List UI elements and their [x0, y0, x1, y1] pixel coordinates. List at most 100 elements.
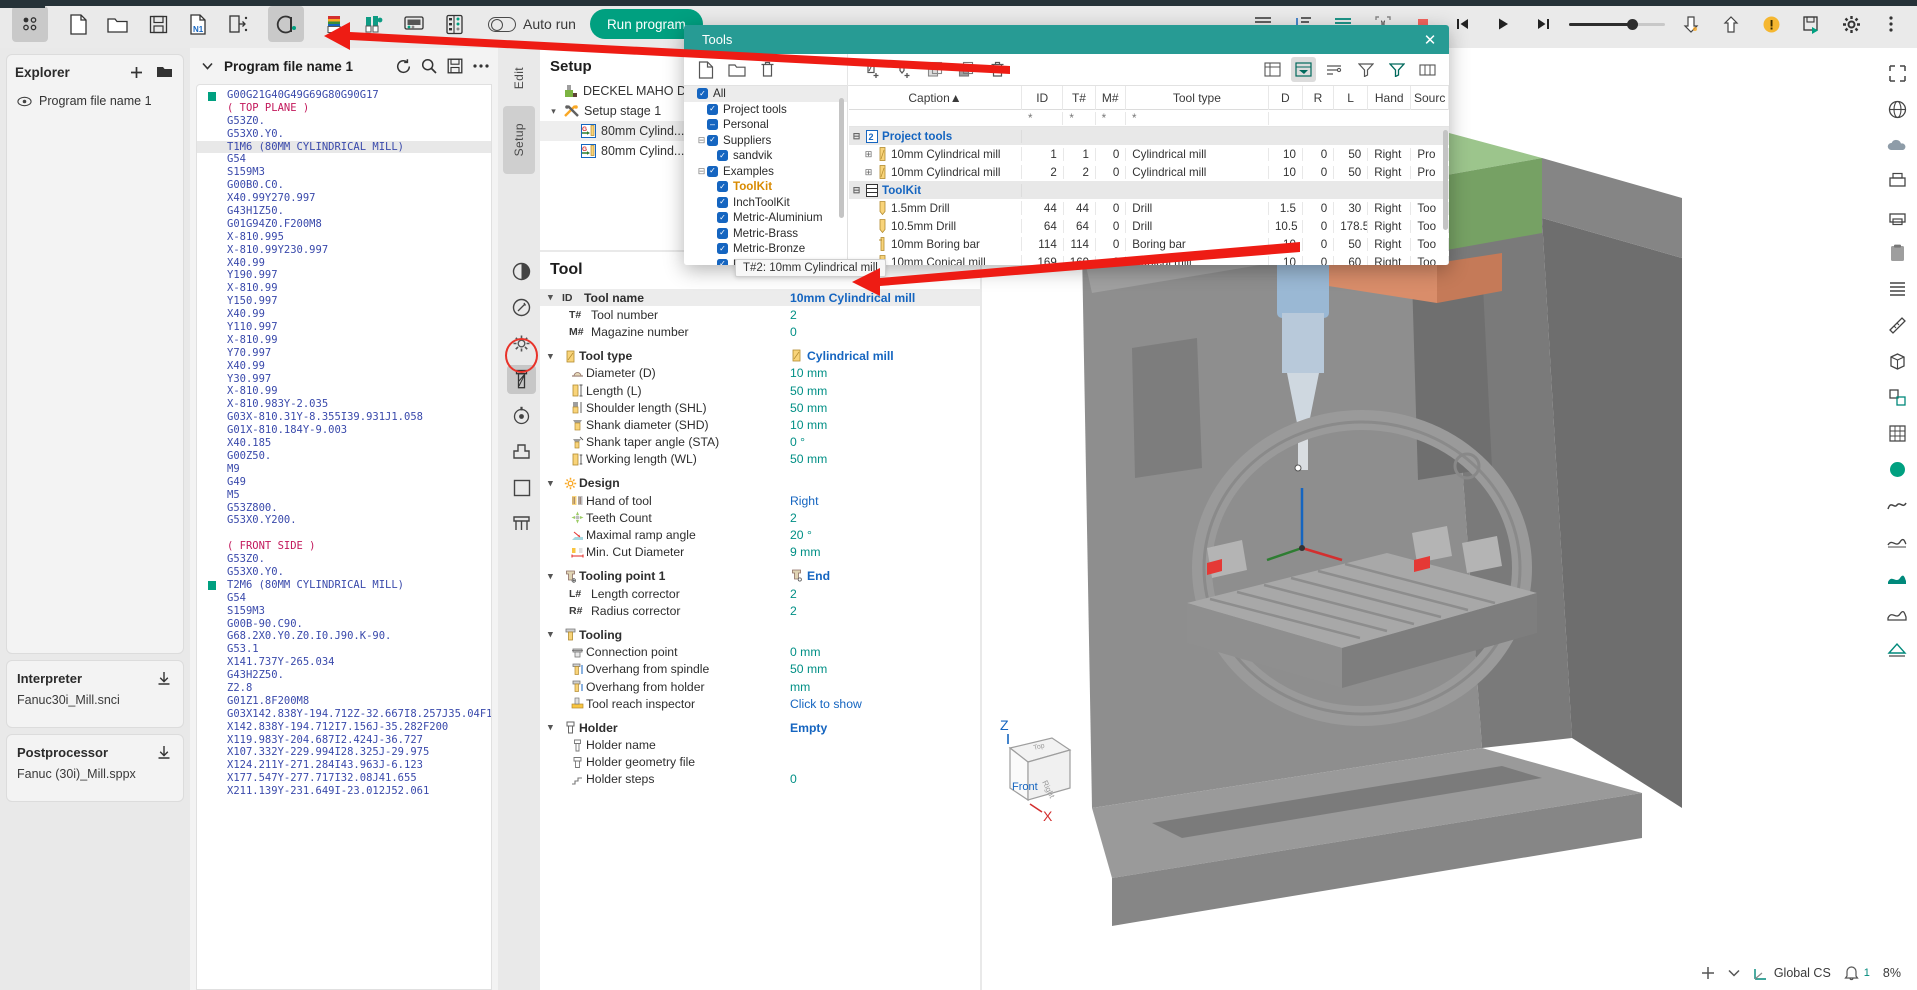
columns-icon[interactable]: [1415, 57, 1440, 82]
library-tree-item[interactable]: InchToolKit: [684, 195, 847, 211]
code-line[interactable]: G03X-810.31Y-8.355I39.931J1.058: [197, 411, 491, 424]
property-value[interactable]: 50 mm: [790, 452, 980, 466]
property-row[interactable]: Overhang from holder mm: [540, 678, 980, 695]
tools-table-row[interactable]: 10.5mm Drill 64 64 0 Drill 10.5 0 178.5 Right Too: [849, 217, 1449, 235]
column-header-caption[interactable]: Caption▲: [849, 86, 1023, 110]
play-icon[interactable]: [1485, 6, 1521, 42]
sort-settings-icon[interactable]: [1322, 57, 1347, 82]
code-line[interactable]: Y110.997: [197, 321, 491, 334]
chevron-down-icon[interactable]: ▾: [548, 292, 562, 303]
property-value[interactable]: 2: [790, 511, 980, 525]
copy-tool-icon[interactable]: [923, 57, 948, 82]
filter-cell-t[interactable]: *: [1063, 111, 1096, 125]
tree-twisty-icon[interactable]: ⊟: [696, 135, 707, 146]
code-line[interactable]: T2M6 (80MM CYLINDRICAL MILL): [197, 579, 491, 592]
contrast-half-icon[interactable]: [507, 257, 536, 286]
delete-library-icon[interactable]: [755, 57, 780, 82]
tools-table-row[interactable]: ⊞ 10mm Cylindrical mill 1 1 0 Cylindrical mil…: [849, 145, 1449, 163]
column-header-hand[interactable]: Hand: [1368, 86, 1412, 110]
globe-grid-icon[interactable]: [1882, 94, 1912, 124]
chevron-down-icon[interactable]: ▾: [548, 106, 559, 117]
code-line[interactable]: ( FRONT SIDE ): [197, 540, 491, 553]
property-row[interactable]: R# Radius corrector 2: [540, 602, 980, 619]
code-line[interactable]: Y190.997: [197, 269, 491, 282]
warning-icon[interactable]: [1753, 6, 1789, 42]
code-line[interactable]: X119.983Y-204.687I2.424J-36.727: [197, 734, 491, 747]
funnel-icon[interactable]: [1353, 57, 1378, 82]
library-checkbox[interactable]: [697, 88, 708, 100]
grid-dashboard-icon[interactable]: [12, 6, 48, 42]
property-row[interactable]: Holder geometry file: [540, 754, 980, 771]
code-line[interactable]: G53.1: [197, 643, 491, 656]
property-value[interactable]: Click to show: [790, 697, 980, 711]
tools-table-group-row[interactable]: ⊟ 2 Project tools: [849, 127, 1449, 145]
code-line[interactable]: G01G94Z0.F200M8: [197, 218, 491, 231]
column-header-t[interactable]: T#: [1063, 86, 1096, 110]
code-line[interactable]: X107.332Y-229.994I28.325J-29.975: [197, 746, 491, 759]
property-group-row[interactable]: ▾ ID Tool name 10mm Cylindrical mill: [540, 289, 980, 307]
property-row[interactable]: Diameter (D) 10 mm: [540, 365, 980, 382]
property-group-row[interactable]: ▾ Tool type Cylindrical mill: [540, 348, 980, 365]
speed-slider-knob[interactable]: [1627, 18, 1638, 30]
code-line[interactable]: G53Z0.: [197, 553, 491, 566]
property-value[interactable]: 50 mm: [790, 401, 980, 415]
code-line[interactable]: X177.547Y-277.717I32.08J41.655: [197, 772, 491, 785]
coordinate-system-selector[interactable]: Global CS: [1753, 966, 1831, 981]
library-checkbox[interactable]: [717, 227, 728, 239]
property-group-value[interactable]: Empty: [790, 721, 980, 735]
code-line[interactable]: X141.737Y-265.034: [197, 656, 491, 669]
refresh-icon[interactable]: [392, 55, 414, 77]
property-row[interactable]: Shank taper angle (STA) 0 °: [540, 434, 980, 451]
property-row[interactable]: Shank diameter (SHD) 10 mm: [540, 416, 980, 433]
property-row[interactable]: Holder steps 0: [540, 771, 980, 788]
column-header-l[interactable]: L: [1334, 86, 1369, 110]
surface-icon[interactable]: [1882, 526, 1912, 556]
chevron-down-icon[interactable]: ▾: [548, 722, 562, 733]
code-line[interactable]: G03X142.838Y-194.712Z-32.667I8.257J35.04…: [197, 708, 491, 721]
measure-icon[interactable]: [1882, 310, 1912, 340]
library-checkbox[interactable]: [707, 119, 718, 131]
list-panel-icon[interactable]: [436, 6, 472, 42]
property-value[interactable]: Right: [790, 494, 980, 508]
green-dot-icon[interactable]: [1882, 454, 1912, 484]
gear-icon[interactable]: [507, 329, 536, 358]
spindle-icon[interactable]: [507, 401, 536, 430]
auto-run-switch[interactable]: [488, 16, 516, 32]
tools-icon[interactable]: [356, 6, 392, 42]
funnel-filter-icon[interactable]: [1384, 57, 1409, 82]
tools-table-row[interactable]: 10mm Boring bar 114 114 0 Boring bar 10 0 50 Rig…: [849, 235, 1449, 253]
compass-icon[interactable]: [507, 293, 536, 322]
nc-file-icon[interactable]: N1: [180, 6, 216, 42]
code-line[interactable]: X124.211Y-271.284I43.963J-6.123: [197, 759, 491, 772]
tools-table-group-row[interactable]: ⊟ ToolKit: [849, 181, 1449, 199]
tools-table-scrollbar[interactable]: [1443, 130, 1448, 230]
column-header-type[interactable]: Tool type: [1126, 86, 1269, 110]
property-row[interactable]: Holder name: [540, 737, 980, 754]
library-checkbox[interactable]: [707, 134, 718, 146]
property-group-row[interactable]: ▾ Tooling point 1 End: [540, 568, 980, 585]
chevron-down-icon[interactable]: [1728, 969, 1740, 977]
code-line[interactable]: X40.99Y270.997: [197, 192, 491, 205]
property-row[interactable]: Length (L) 50 mm: [540, 382, 980, 399]
property-row[interactable]: Shoulder length (SHL) 50 mm: [540, 399, 980, 416]
library-tree-item[interactable]: Project tools: [684, 102, 847, 118]
code-line[interactable]: M9: [197, 463, 491, 476]
tools-table-filter-row[interactable]: * * * *: [849, 110, 1449, 127]
surface-teal-icon[interactable]: [1882, 562, 1912, 592]
library-tree-item[interactable]: Personal: [684, 117, 847, 133]
tools-table[interactable]: Caption▲ ID T# M# Tool type D R L Hand Sourc * * * *…: [849, 86, 1449, 265]
code-line[interactable]: Z2.8: [197, 682, 491, 695]
property-value[interactable]: 20 °: [790, 528, 980, 542]
search-icon[interactable]: [418, 55, 440, 77]
code-line[interactable]: X-810.99Y230.997: [197, 244, 491, 257]
clipboard-icon[interactable]: [1882, 238, 1912, 268]
open-folder-icon[interactable]: [153, 61, 175, 83]
property-group-row[interactable]: ▾ Tooling: [540, 626, 980, 643]
code-line[interactable]: G68.2X0.Y0.Z0.I0.J90.K-90.: [197, 630, 491, 643]
save-icon[interactable]: [444, 55, 466, 77]
row-twisty-icon[interactable]: ⊞: [863, 167, 874, 178]
property-group-value[interactable]: 10mm Cylindrical mill: [790, 291, 980, 305]
add-icon[interactable]: [125, 61, 147, 83]
property-value[interactable]: 10 mm: [790, 418, 980, 432]
filter-cell-m[interactable]: *: [1096, 111, 1126, 125]
